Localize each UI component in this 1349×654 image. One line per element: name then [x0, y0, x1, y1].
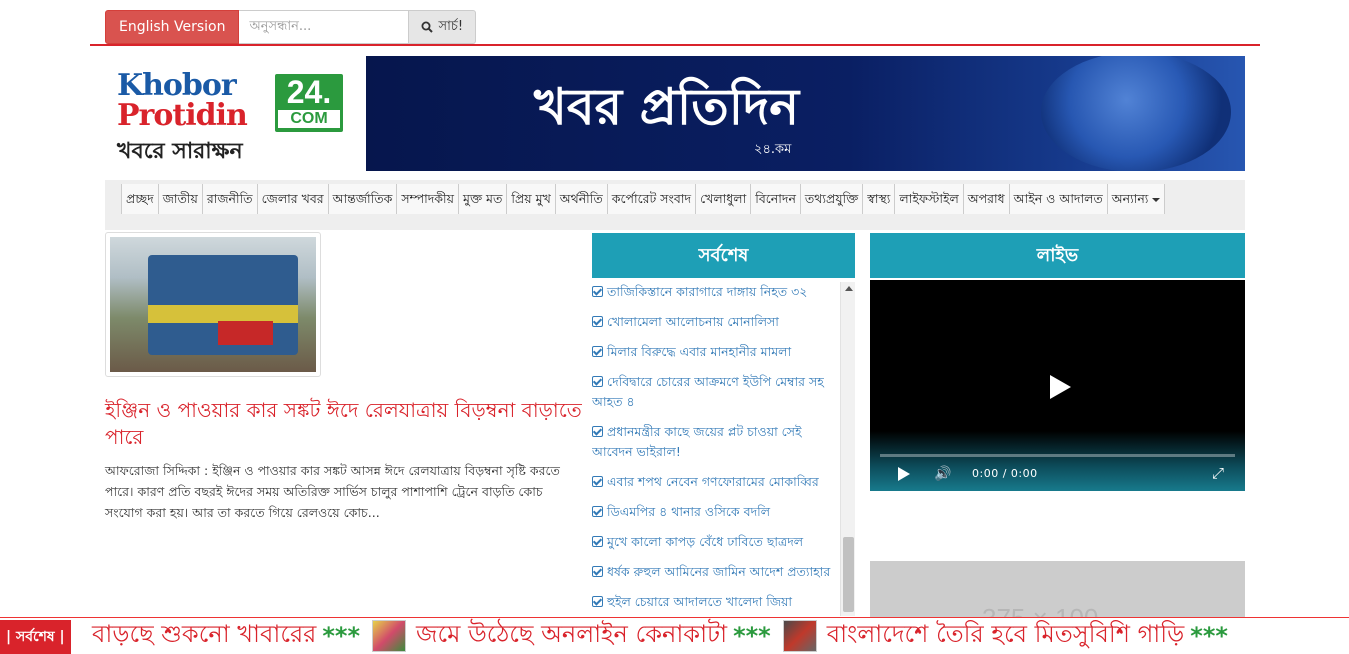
ticker-item[interactable]: বাংলাদেশে তৈরি হবে মিতসুবিশি গাড়ি	[827, 618, 1185, 654]
check-square-icon	[592, 566, 603, 577]
latest-news-text: এবার শপথ নেবেন গণফোরামের মোকাব্বির	[607, 474, 819, 489]
check-square-icon	[592, 286, 603, 297]
latest-news-text: হুইল চেয়ারে আদালতে খালেদা জিয়া	[607, 594, 792, 609]
nav-item[interactable]: প্রচ্ছদ	[121, 184, 159, 214]
train-photo	[110, 237, 316, 372]
latest-news-text: ডিএমপির ৪ থানার ওসিকে বদলি	[607, 504, 771, 519]
latest-news-text: প্রধানমন্ত্রীর কাছে জয়ের প্লট চাওয়া সে…	[592, 424, 802, 459]
latest-news-item[interactable]: মিলার বিরুদ্ধে এবার মানহানীর মামলা	[592, 342, 844, 362]
lead-story-summary: আফরোজা সিদ্দিকা : ইঞ্জিন ও পাওয়ার কার স…	[105, 463, 560, 520]
nav-item[interactable]: কর্পোরেট সংবাদ	[608, 184, 697, 214]
check-square-icon	[592, 346, 603, 357]
ticker-separator: ***	[322, 622, 361, 650]
latest-news-item[interactable]: দেবিদ্বারে চোরের আক্রমণে ইউপি মেম্বার সহ…	[592, 372, 844, 412]
search-input[interactable]: অনুসন্ধান...	[239, 10, 410, 44]
ticker-separator: ***	[1190, 622, 1228, 650]
globe-graphic	[1041, 56, 1231, 171]
latest-news-text: মুখে কালো কাপড় বেঁধে ঢাবিতে ছাত্রদল	[607, 534, 804, 549]
header-banner[interactable]: খবর প্রতিদিন ২৪.কম	[366, 56, 1245, 171]
ticker-items: বাড়ছে শুকনো খাবারের *** জমে উঠেছে অনলাই…	[92, 618, 1234, 654]
nav-item[interactable]: আন্তর্জাতিক	[329, 184, 398, 214]
live-video-player[interactable]: 🔊 0:00 / 0:00	[870, 280, 1245, 491]
check-square-icon	[592, 476, 603, 487]
video-time: 0:00 / 0:00	[972, 467, 1038, 480]
caret-down-icon	[1152, 197, 1161, 202]
nav-item[interactable]: তথ্যপ্রযুক্তি	[801, 184, 864, 214]
latest-news-item[interactable]: খোলামেলা আলোচনায় মোনালিসা	[592, 312, 844, 332]
latest-news-text: খোলামেলা আলোচনায় মোনালিসা	[607, 314, 779, 329]
ticker-item[interactable]: জমে উঠেছে অনলাইন কেনাকাটা	[416, 618, 727, 654]
nav-item[interactable]: প্রিয় মুখ	[507, 184, 556, 214]
check-square-icon	[592, 316, 603, 327]
nav-dropdown-more[interactable]: অন্যান্য	[1108, 184, 1166, 214]
check-square-icon	[592, 536, 603, 547]
latest-panel-title: সর্বশেষ	[592, 233, 855, 278]
latest-news-item[interactable]: হুইল চেয়ারে আদালতে খালেদা জিয়া	[592, 592, 844, 612]
latest-news-item[interactable]: প্রধানমন্ত্রীর কাছে জয়ের প্লট চাওয়া সে…	[592, 422, 844, 462]
scrollbar-thumb[interactable]	[843, 537, 854, 612]
nav-item[interactable]: সম্পাদকীয়	[397, 184, 459, 214]
check-square-icon	[592, 376, 603, 387]
latest-scrollbar[interactable]	[840, 282, 855, 616]
play-icon[interactable]	[898, 467, 910, 481]
live-panel-title: লাইভ	[870, 233, 1245, 278]
scroll-up-arrow-icon[interactable]	[845, 286, 853, 291]
ticker-thumbnail	[372, 620, 407, 652]
logo-word-2: Protidin	[117, 98, 248, 133]
top-divider	[90, 44, 1260, 46]
site-logo[interactable]: Khobor Protidin 24. COM খবরে সারাক্ষন	[115, 68, 350, 164]
latest-news-list: তাজিকিস্তানে কারাগারে দাঙ্গায় নিহত ৩২ খ…	[592, 282, 844, 620]
nav-item[interactable]: রাজনীতি	[203, 184, 258, 214]
nav-item[interactable]: জেলার খবর	[258, 184, 329, 214]
latest-news-text: ধর্ষক রুহুল আমিনের জামিন আদেশ প্রত্যাহার	[607, 564, 831, 579]
logo-badge-number: 24.	[286, 74, 332, 110]
logo-badge-com: COM	[278, 110, 340, 128]
latest-news-item[interactable]: মুখে কালো কাপড় বেঁধে ঢাবিতে ছাত্রদল	[592, 532, 844, 552]
video-progress-bar[interactable]	[880, 454, 1235, 457]
latest-news-item[interactable]: তাজিকিস্তানে কারাগারে দাঙ্গায় নিহত ৩২	[592, 282, 844, 302]
check-square-icon	[592, 596, 603, 607]
locomotive-graphic	[148, 255, 298, 355]
latest-news-item[interactable]: এবার শপথ নেবেন গণফোরামের মোকাব্বির	[592, 472, 844, 492]
lead-story-headline[interactable]: ইঞ্জিন ও পাওয়ার কার সঙ্কট ঈদে রেলযাত্রা…	[105, 397, 585, 451]
banner-subtitle: ২৪.কম	[754, 142, 792, 157]
english-version-button[interactable]: English Version	[105, 10, 240, 44]
check-square-icon	[592, 506, 603, 517]
latest-news-item[interactable]: ধর্ষক রুহুল আমিনের জামিন আদেশ প্রত্যাহার	[592, 562, 844, 582]
ticker-label: | সর্বশেষ |	[0, 620, 71, 654]
top-bar: English Version অনুসন্ধান... সার্চ!	[105, 10, 477, 44]
nav-list: প্রচ্ছদ জাতীয় রাজনীতি জেলার খবর আন্তর্জ…	[121, 184, 1166, 214]
nav-item[interactable]: খেলাধুলা	[696, 184, 752, 214]
latest-news-text: মিলার বিরুদ্ধে এবার মানহানীর মামলা	[607, 344, 792, 359]
ticker-separator: ***	[733, 622, 771, 650]
fullscreen-icon[interactable]	[1212, 464, 1228, 482]
play-big-icon[interactable]	[1050, 375, 1071, 399]
ticker-thumbnail	[782, 620, 817, 652]
ticker-item[interactable]: বাড়ছে শুকনো খাবারের	[92, 618, 316, 654]
latest-news-item[interactable]: ডিএমপির ৪ থানার ওসিকে বদলি	[592, 502, 844, 522]
search-button[interactable]: সার্চ!	[409, 10, 477, 44]
nav-item[interactable]: অর্থনীতি	[556, 184, 608, 214]
nav-item[interactable]: অপরাধ	[964, 184, 1010, 214]
main-nav: প্রচ্ছদ জাতীয় রাজনীতি জেলার খবর আন্তর্জ…	[105, 180, 1245, 230]
lead-story-image[interactable]	[105, 232, 321, 377]
nav-item[interactable]: লাইফস্টাইল	[895, 184, 964, 214]
logo-tagline: খবরে সারাক্ষন	[117, 139, 243, 164]
nav-more-label: অন্যান্য	[1111, 191, 1149, 206]
nav-item[interactable]: বিনোদন	[751, 184, 801, 214]
nav-item[interactable]: জাতীয়	[159, 184, 203, 214]
nav-item[interactable]: আইন ও আদালত	[1010, 184, 1108, 214]
check-square-icon	[592, 426, 603, 437]
logo-badge: 24. COM	[275, 74, 343, 132]
nav-item[interactable]: মুক্ত মত	[459, 184, 508, 214]
latest-news-text: দেবিদ্বারে চোরের আক্রমণে ইউপি মেম্বার সহ…	[592, 374, 824, 409]
news-ticker: | সর্বশেষ | বাড়ছে শুকনো খাবারের *** জমে…	[0, 617, 1349, 654]
nav-item[interactable]: স্বাস্থ্য	[863, 184, 896, 214]
volume-icon[interactable]: 🔊	[934, 466, 951, 482]
latest-news-text: তাজিকিস্তানে কারাগারে দাঙ্গায় নিহত ৩২	[607, 284, 808, 299]
search-button-label: সার্চ!	[438, 19, 464, 34]
search-icon	[421, 21, 434, 33]
